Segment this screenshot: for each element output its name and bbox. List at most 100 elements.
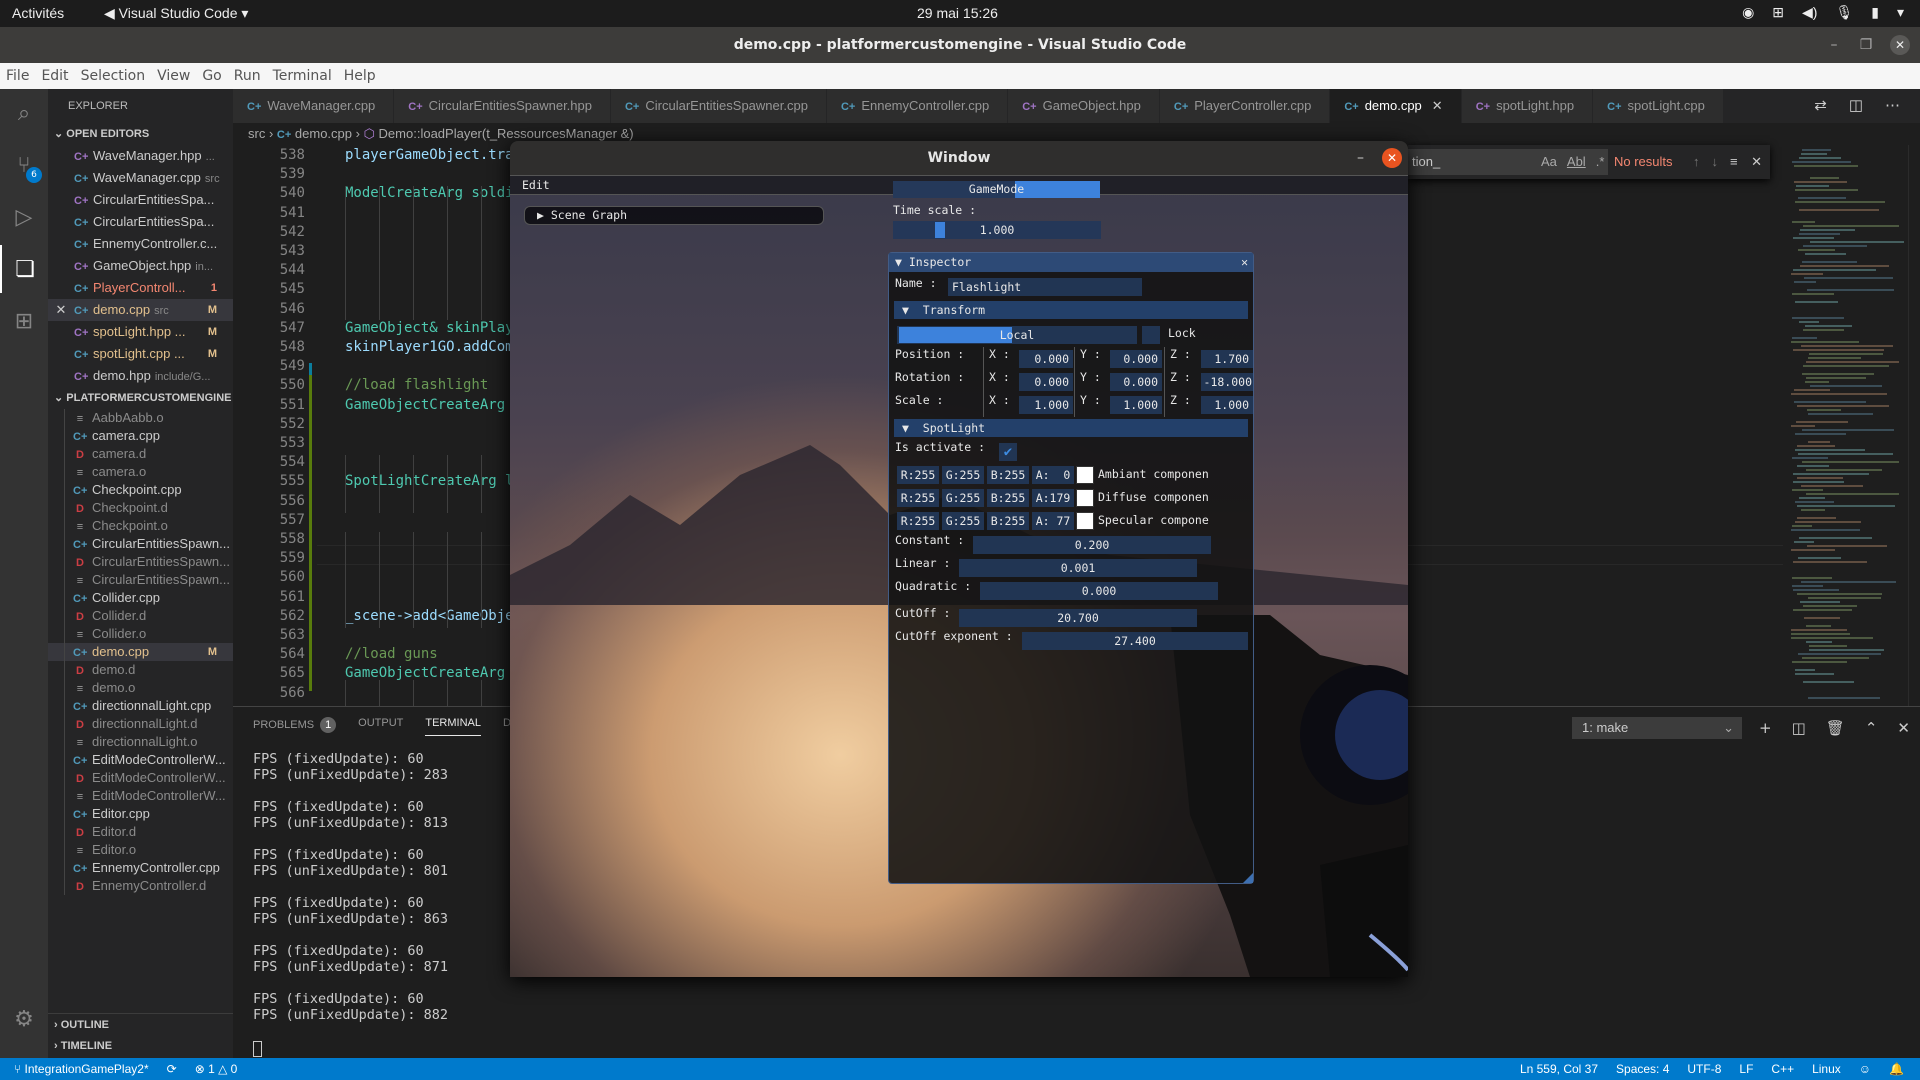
code-line[interactable]: GameObjectCreateArg [345,397,505,413]
editor-tab[interactable]: C+ WaveManager.cpp [233,89,395,123]
kill-terminal-icon[interactable]: 🗑 [1826,717,1845,739]
problems-indicator[interactable]: ⊗ 1 △ 0 [195,1058,238,1080]
file-tree-item[interactable]: C+ Collider.cpp [48,589,233,607]
menu-edit-game[interactable]: Edit [522,178,550,192]
network-icon[interactable]: ⊞ [1772,4,1784,21]
file-tree-item[interactable]: D CircularEntitiesSpawn... [48,553,233,571]
breadcrumb-folder[interactable]: src [248,126,265,141]
open-editor-item[interactable]: C+ GameObject.hpp in... [48,255,233,277]
branch-indicator[interactable]: ⑂ IntegrationGamePlay2* [14,1058,149,1080]
game-window-title-bar[interactable]: Window – ✕ [510,141,1408,175]
encoding[interactable]: UTF-8 [1687,1058,1721,1080]
close-panel-icon[interactable]: ✕ [1897,717,1910,739]
lock-checkbox[interactable] [1142,326,1160,344]
open-editor-item[interactable]: C+ spotLight.hpp ... M [48,321,233,343]
is-activate-checkbox[interactable]: ✔ [999,443,1017,461]
file-tree-item[interactable]: D Editor.d [48,823,233,841]
sync-icon[interactable]: ⟳ [167,1058,177,1080]
file-tree-item[interactable]: ≡ directionnalLight.o [48,733,233,751]
menu-terminal[interactable]: Terminal [273,68,332,84]
notifications-icon[interactable]: 🔔 [1889,1058,1904,1080]
file-tree-item[interactable]: C+ directionnalLight.cpp [48,697,233,715]
file-tree-item[interactable]: ≡ Editor.o [48,841,233,859]
code-line[interactable]: //load flashlight [345,377,488,393]
open-editor-item[interactable]: C+ CircularEntitiesSpa... [48,189,233,211]
time-scale-slider[interactable]: 1.000 [893,221,1101,239]
tab-output[interactable]: OUTPUT [358,717,403,736]
maximize-panel-icon[interactable]: ⌃ [1865,717,1878,739]
file-tree-item[interactable]: C+ camera.cpp [48,427,233,445]
menu-run[interactable]: Run [234,68,261,84]
file-tree-item[interactable]: ≡ Checkpoint.o [48,517,233,535]
position-z-input[interactable]: 1.700 [1201,350,1253,368]
editor-scrollbar[interactable] [1908,145,1920,706]
scale-z-input[interactable]: 1.000 [1201,396,1253,414]
slider-grab[interactable] [934,222,945,238]
previous-match-icon[interactable]: ↑ [1693,149,1700,175]
menu-file[interactable]: File [6,68,29,84]
terminal-output[interactable]: FPS (fixedUpdate): 60 FPS (unFixedUpdate… [253,751,448,1023]
open-editor-item[interactable]: ✕ C+ demo.cpp src M [48,299,233,321]
compare-changes-icon[interactable]: ⇄ [1814,89,1827,123]
cursor-position[interactable]: Ln 559, Col 37 [1520,1058,1598,1080]
color-b-input[interactable]: B:255 [987,466,1029,484]
language-mode[interactable]: C++ [1771,1058,1794,1080]
color-swatch[interactable] [1076,512,1094,530]
menu-arrow-icon[interactable]: ▾ [1897,4,1904,21]
linear-input[interactable]: 0.001 [959,559,1197,577]
rotation-x-input[interactable]: 0.000 [1019,373,1073,391]
volume-icon[interactable]: ◀) [1802,4,1817,21]
editor-tab[interactable]: C+ spotLight.cpp [1593,89,1724,123]
outline-section[interactable]: › OUTLINE [48,1013,233,1035]
open-editor-item[interactable]: C+ spotLight.cpp ... M [48,343,233,365]
editor-tab[interactable]: C+ GameObject.hpp [1008,89,1160,123]
game-mode-toggle[interactable]: GameMode [893,181,1100,198]
file-tree-item[interactable]: C+ EnnemyController.cpp [48,859,233,877]
more-actions-icon[interactable]: ⋯ [1885,89,1900,123]
minimize-button[interactable]: – [1820,27,1848,63]
clock[interactable]: 29 mai 15:26 [917,5,998,21]
color-r-input[interactable]: R:255 [897,466,939,484]
open-editor-item[interactable]: C+ WaveManager.cpp src [48,167,233,189]
color-swatch[interactable] [1076,489,1094,507]
color-swatch[interactable] [1076,466,1094,484]
editor-tab[interactable]: C+ spotLight.hpp [1461,89,1594,123]
file-tree-item[interactable]: C+ demo.cpp M [48,643,233,661]
timeline-section[interactable]: › TIMELINE [48,1035,233,1057]
game-minimize-button[interactable]: – [1357,141,1364,175]
extensions-icon[interactable]: ⊞ [0,297,48,345]
menu-go[interactable]: Go [202,68,221,84]
find-in-selection-icon[interactable]: ≡ [1730,149,1738,175]
editor-tab[interactable]: C+ CircularEntitiesSpawner.cpp [610,89,827,123]
color-g-input[interactable]: G:255 [942,466,984,484]
menu-help[interactable]: Help [344,68,376,84]
match-case-toggle[interactable]: Aa [1541,149,1557,175]
tab-terminal[interactable]: TERMINAL [425,717,481,736]
split-editor-icon[interactable]: ◫ [1849,89,1863,123]
new-terminal-icon[interactable]: + [1759,717,1772,739]
editor-tab[interactable]: C+ CircularEntitiesSpawner.hpp [394,89,611,123]
close-editor-icon[interactable]: ✕ [48,299,74,321]
close-window-button[interactable]: ✕ [1890,35,1910,55]
close-inspector-icon[interactable]: ✕ [1241,253,1248,272]
app-menu[interactable]: ◀ Visual Studio Code ▾ [104,5,248,22]
file-tree-item[interactable]: D EnnemyController.d [48,877,233,895]
constant-input[interactable]: 0.200 [973,536,1211,554]
battery-icon[interactable]: ▮ [1871,4,1879,21]
close-find-icon[interactable]: ✕ [1751,149,1762,175]
feedback-icon[interactable]: ☺ [1859,1058,1871,1080]
code-line[interactable]: //load guns [345,646,438,662]
scale-x-input[interactable]: 1.000 [1019,396,1073,414]
whole-word-toggle[interactable]: Abl [1567,149,1586,175]
terminal-select[interactable]: 1: make ⌄ [1572,717,1742,739]
microphone-icon[interactable]: 🎙 [1835,4,1853,21]
scale-y-input[interactable]: 1.000 [1110,396,1162,414]
file-tree-item[interactable]: C+ EditModeControllerW... [48,751,233,769]
spotlight-header[interactable]: ▼ SpotLight [894,419,1248,437]
file-tree-item[interactable]: ≡ Collider.o [48,625,233,643]
open-editor-item[interactable]: C+ CircularEntitiesSpa... [48,211,233,233]
indentation[interactable]: Spaces: 4 [1616,1058,1669,1080]
resize-grip[interactable] [1243,873,1253,883]
position-y-input[interactable]: 0.000 [1110,350,1162,368]
game-close-button[interactable]: ✕ [1382,148,1402,168]
